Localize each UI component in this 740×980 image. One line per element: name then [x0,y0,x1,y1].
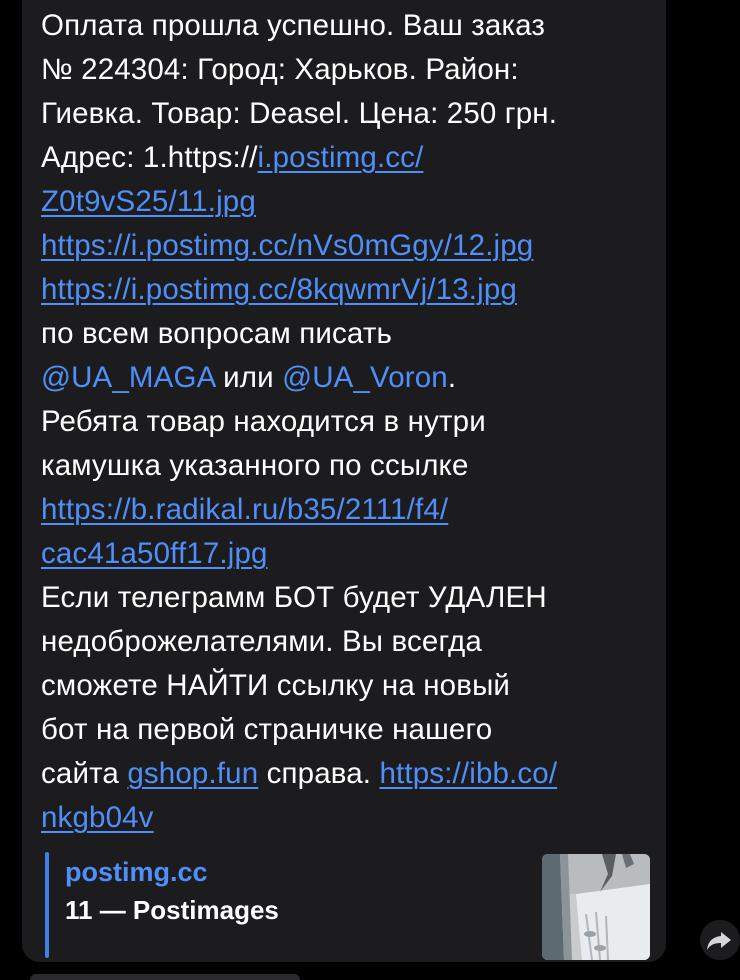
message-text-segment: камушка указанного по ссылке [41,449,469,482]
snow-photo-image [542,854,650,960]
message-text: Оплата прошла успешно. Ваш заказ № 224304… [41,4,653,840]
message-line: Оплата прошла успешно. Ваш заказ [41,4,653,48]
message-link[interactable]: https://i.postimg.cc/nVs0mGgy/12.jpg [41,229,533,262]
message-line: сможете НАЙТИ ссылку на новый [41,664,653,708]
message-text-segment: . [447,361,457,394]
message-text-segment: или [214,361,283,394]
message-line: камушка указанного по ссылке [41,444,653,488]
message-link[interactable]: https://ibb.co/ [380,757,558,790]
user-mention-link[interactable]: @UA_MAGA [41,361,215,394]
message-text-segment: сможете НАЙТИ ссылку на новый [41,669,511,702]
message-text-segment: № 224304: Город: Харьков. Район: [41,53,519,86]
message-line: № 224304: Город: Харьков. Район: [41,48,653,92]
message-line: сайта gshop.fun справа. https://ibb.co/ [41,752,653,796]
message-link[interactable]: gshop.fun [127,757,258,790]
message-line: Если телеграмм БОТ будет УДАЛЕН [41,576,653,620]
message-text-segment: Гиевка. Товар: Deasel. Цена: 250 грн. [41,97,558,130]
link-preview-title: 11 — Postimages [65,895,279,925]
message-line: Адрес: 1.https://i.postimg.cc/ [41,136,653,180]
message-text-segment: Если телеграмм БОТ будет УДАЛЕН [41,581,547,614]
user-mention-link[interactable]: @UA_Voron [282,361,448,394]
message-link[interactable]: Z0t9vS25/11.jpg [41,185,256,218]
message-text-segment: сайта [41,757,128,790]
message-line: Ребята товар находится в нутри [41,400,653,444]
next-message-edge [30,974,300,980]
link-preview-site: postimg.cc [65,857,208,887]
message-line: Гиевка. Товар: Deasel. Цена: 250 грн. [41,92,653,136]
message-line: cac41a50ff17.jpg [41,532,653,576]
message-text-segment: по всем вопросам писать [41,317,393,350]
share-button[interactable] [700,920,740,960]
link-preview[interactable]: postimg.cc 11 — Postimages [45,852,655,960]
message-link[interactable]: https://b.radikal.ru/b35/2111/f4/ [41,493,448,526]
message-text-segment: Адрес: 1.https:// [41,141,258,174]
message-line: Z0t9vS25/11.jpg [41,180,653,224]
message-text-segment: бот на первой страничке нашего [41,713,493,746]
message-line: https://b.radikal.ru/b35/2111/f4/ [41,488,653,532]
message-line: https://i.postimg.cc/nVs0mGgy/12.jpg [41,224,653,268]
message-line: https://i.postimg.cc/8kqwmrVj/13.jpg [41,268,653,312]
message-line: по всем вопросам писать [41,312,653,356]
message-link[interactable]: cac41a50ff17.jpg [41,537,268,570]
message-line: бот на первой страничке нашего [41,708,653,752]
link-preview-thumbnail[interactable] [542,854,650,960]
message-text-segment: недоброжелателями. Вы всегда [41,625,482,658]
message-text-segment: справа. [258,757,380,790]
message-line: nkgb04v [41,796,653,840]
message-line: недоброжелателями. Вы всегда [41,620,653,664]
message-link[interactable]: i.postimg.cc/ [258,141,424,174]
message-text-segment: Ребята товар находится в нутри [41,405,486,438]
message-text-segment: Оплата прошла успешно. Ваш заказ [41,9,546,42]
share-arrow-icon [707,932,731,950]
message-link[interactable]: https://i.postimg.cc/8kqwmrVj/13.jpg [41,273,517,306]
message-link[interactable]: nkgb04v [41,801,154,834]
link-preview-accent-bar [45,852,49,958]
message-line: @UA_MAGA или @UA_Voron. [41,356,653,400]
